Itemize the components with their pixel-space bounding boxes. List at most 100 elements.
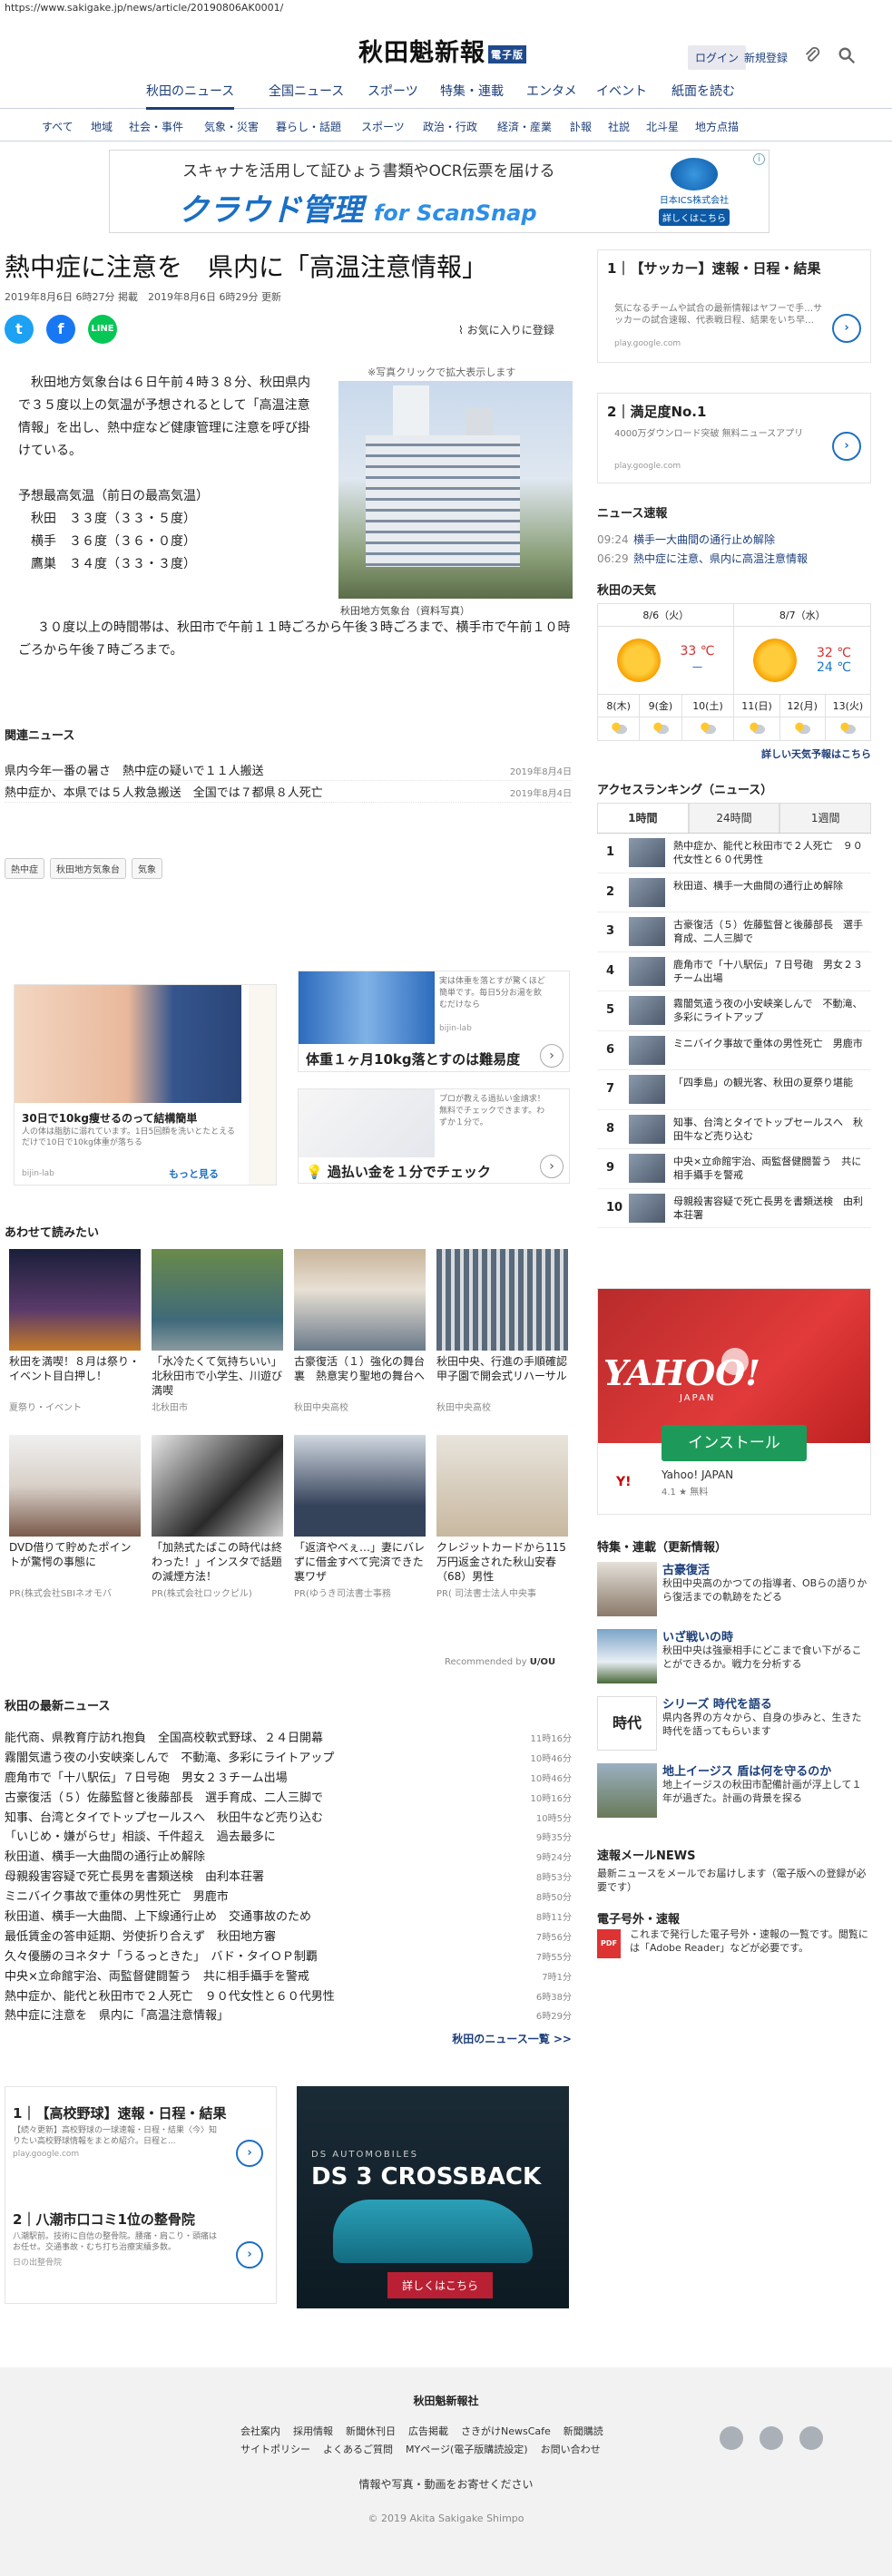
feature-item[interactable]: 地上イージス 盾は何を守るのか 地上イージスの秋田市配備計画が浮上して１年が過ぎた… bbox=[597, 1761, 871, 1823]
chevron-right-icon[interactable]: › bbox=[832, 432, 861, 461]
list-item[interactable]: 秋田道、横手一大曲間、上下線通行止め 交通事故のため 8時11分 bbox=[5, 1907, 572, 1927]
search-icon[interactable] bbox=[837, 45, 857, 65]
twitter-icon[interactable] bbox=[720, 2426, 743, 2450]
banner-cta[interactable]: 詳しくはこちら bbox=[659, 209, 730, 226]
footer-link[interactable]: 新聞休刊日 bbox=[346, 2425, 396, 2437]
subnav-politics[interactable]: 政治・行政 bbox=[423, 119, 477, 134]
footer-link[interactable]: 採用情報 bbox=[293, 2425, 333, 2437]
list-item[interactable]: 霧闇気遣う夜の小安峡楽しんで 不動滝、多彩にライトアップ 10時46分 bbox=[5, 1748, 572, 1768]
tag[interactable]: 秋田地方気象台 bbox=[50, 858, 126, 879]
list-item[interactable]: 能代商、県教育庁訪れ抱負 全国高校軟式野球、２４日開幕 11時16分 bbox=[5, 1728, 572, 1748]
list-item[interactable]: 熱中症か、本県では５人救急搬送 全国では７都県８人死亡 2019年8月4日 bbox=[5, 783, 572, 803]
chevron-right-icon[interactable]: › bbox=[832, 314, 861, 343]
rec-card[interactable]: DVD借りて貯めたポイントが驚愕の事態に PR(株式会社SBIネオモバ bbox=[9, 1435, 141, 1599]
ranking-item[interactable]: 8 知事、台湾とタイでトップセールスへ 秋田牛など売り込む bbox=[597, 1110, 871, 1149]
text-ad[interactable]: 1｜【高校野球】速報・日程・結果 【続々更新】高校野球の一球速報・日程・結果〈今… bbox=[13, 2103, 267, 2167]
tag[interactable]: 気象 bbox=[132, 858, 162, 879]
list-item[interactable]: 古豪復活（５）佐藤監督と後藤部長 選手育成、二人三脚で 10時16分 bbox=[5, 1788, 572, 1808]
subnav-region[interactable]: 地域 bbox=[91, 119, 113, 134]
subnav-life[interactable]: 暮らし・話題 bbox=[276, 119, 341, 134]
native-ad-right-1[interactable]: 実は体重を落とすが驚くほど簡単です。毎日5分お湯を飲むだけなら bijin-la… bbox=[298, 971, 570, 1072]
more-link[interactable]: もっと見る bbox=[169, 1166, 219, 1181]
site-logo[interactable]: 秋田魁新報 電子版 bbox=[358, 33, 526, 68]
tab-1week[interactable]: 1週間 bbox=[779, 803, 872, 833]
list-item[interactable]: 09:24 横手一大曲間の通行止め解除 bbox=[597, 532, 871, 547]
ranking-item[interactable]: 4 鹿角市で「十八駅伝」７日号砲 男女２３チーム出場 bbox=[597, 952, 871, 991]
article-photo[interactable] bbox=[338, 381, 573, 599]
list-item[interactable]: 中央×立命館宇治、両監督健闘誓う 共に相手攝手を警戒 7時1分 bbox=[5, 1966, 572, 1986]
list-item[interactable]: 熱中症か、能代と秋田市で２人死亡 ９０代女性と６０代男性 6時38分 bbox=[5, 1986, 572, 2006]
subnav-editorial[interactable]: 社説 bbox=[608, 119, 630, 134]
text-ad[interactable]: 2｜八潮市口コミ1位の整骨院 八潮駅前。技術に自信の整骨院。腰痛・肩こり・頭痛は… bbox=[13, 2210, 267, 2269]
subnav-obituary[interactable]: 訃報 bbox=[570, 119, 592, 134]
install-button[interactable]: インストール bbox=[662, 1425, 807, 1461]
nav-events[interactable]: イベント bbox=[596, 82, 647, 100]
recommended-by[interactable]: Recommended by U/OU bbox=[445, 1657, 555, 1667]
rec-card[interactable]: 秋田を満喫！８月は祭り・イベント目白押し！ 夏祭り・イベント bbox=[9, 1249, 141, 1413]
list-item[interactable]: 母親殺害容疑で死亡長男を書類送検 由利本荘署 8時53分 bbox=[5, 1867, 572, 1887]
feature-item[interactable]: いざ戦いの時 秋田中央は強豪相手にどこまで食い下がることができるか。戦力を分析する bbox=[597, 1627, 871, 1689]
rec-card[interactable]: 「加熱式たばこの時代は終わった！」インスタで話題の減煙方法！ PR(株式会社ロック… bbox=[152, 1435, 283, 1599]
nav-sports[interactable]: スポーツ bbox=[368, 82, 418, 100]
ranking-item[interactable]: 7 「四季島」の観光客、秋田の夏祭り堪能 bbox=[597, 1070, 871, 1110]
twitter-icon[interactable]: t bbox=[5, 315, 34, 344]
tab-24hours[interactable]: 24時間 bbox=[688, 803, 780, 833]
ranking-item[interactable]: 6 ミニバイク事故で重体の男性死亡 男鹿市 bbox=[597, 1031, 871, 1070]
car-ad[interactable]: DS AUTOMOBILES DS 3 CROSSBACK 詳しくはこちら bbox=[297, 2086, 569, 2308]
signup-link[interactable]: 新規登録 bbox=[744, 50, 788, 65]
subnav-hokutosei[interactable]: 北斗星 bbox=[646, 119, 679, 134]
sidebar-ad-1[interactable]: 1｜【サッカー】速報・日程・結果 気になるチームや試合の最新情報はヤフーで手…サ… bbox=[597, 249, 871, 363]
subnav-weather[interactable]: 気象・災害 bbox=[204, 119, 259, 134]
list-item[interactable]: 熱中症に注意を 県内に「高温注意情報」 6時29分 bbox=[5, 2005, 572, 2025]
feature-item[interactable]: 古豪復活 秋田中央高のかつての指導者、OBらの語りから復活までの軌跡をたどる bbox=[597, 1560, 871, 1622]
nav-features[interactable]: 特集・連載 bbox=[440, 82, 504, 100]
list-item[interactable]: 県内今年一番の暑さ 熱中症の疑いで１１人搬送 2019年8月4日 bbox=[5, 761, 572, 781]
subnav-society[interactable]: 社会・事件 bbox=[129, 119, 183, 134]
nav-national-news[interactable]: 全国ニュース bbox=[269, 82, 344, 100]
footer-link[interactable]: サイトポリシー bbox=[240, 2444, 310, 2455]
tag[interactable]: 熱中症 bbox=[5, 858, 44, 879]
subnav-economy[interactable]: 経済・産業 bbox=[497, 119, 552, 134]
ranking-item[interactable]: 3 古豪復活（５）佐藤監督と後藤部長 選手育成、二人三脚で bbox=[597, 912, 871, 952]
nav-akita-news[interactable]: 秋田のニュース bbox=[146, 82, 235, 110]
list-item[interactable]: 久々優勝のヨネタナ「うるっときた」 バド・タイＯＰ制覇 7時55分 bbox=[5, 1947, 572, 1966]
native-ad-right-2[interactable]: プロが教える過払い金請求！無料でチェックできます。わずか１分で。 💡 過払い金を… bbox=[298, 1088, 570, 1184]
more-news-link[interactable]: 秋田のニュース一覧 >> bbox=[5, 2031, 572, 2046]
ad-cta-button[interactable]: 詳しくはこちら bbox=[387, 2272, 494, 2298]
chevron-right-icon[interactable]: › bbox=[236, 2140, 263, 2167]
rec-card[interactable]: 秋田中央、行進の手順確認 甲子園で開会式リハーサル 秋田中央高校 bbox=[436, 1249, 568, 1413]
clip-icon[interactable] bbox=[802, 45, 822, 65]
ranking-item[interactable]: 1 熱中症か、能代と秋田市で２人死亡 ９０代女性と６０代男性 bbox=[597, 834, 871, 873]
list-item[interactable]: 鹿角市で「十八駅伝」７日号砲 男女２３チーム出場 10時46分 bbox=[5, 1768, 572, 1788]
subnav-sports[interactable]: スポーツ bbox=[361, 119, 405, 134]
footer-link[interactable]: お問い合わせ bbox=[541, 2444, 601, 2455]
list-item[interactable]: ミニバイク事故で重体の男性死亡 男鹿市 8時50分 bbox=[5, 1887, 572, 1907]
rec-card[interactable]: クレジットカードから115万円返金された秋山安春（68）男性 PR( 司法書士法人… bbox=[436, 1435, 568, 1599]
facebook-icon[interactable] bbox=[760, 2426, 783, 2450]
feature-item[interactable]: 時代 シリーズ 時代を語る 県内各界の方々から、自身の歩みと、生きた時代を語ってもら… bbox=[597, 1694, 871, 1756]
ranking-item[interactable]: 5 霧闇気遣う夜の小安峡楽しんで 不動滝、多彩にライトアップ bbox=[597, 991, 871, 1031]
rec-card[interactable]: 古豪復活（１）強化の舞台裏 熱意実り聖地の舞台へ 秋田中央高校 bbox=[294, 1249, 426, 1413]
tab-1hour[interactable]: 1時間 bbox=[597, 803, 689, 833]
tip-link[interactable]: 情報や写真・動画をお寄せください bbox=[0, 2476, 892, 2492]
list-item[interactable]: 「いじめ・嫌がらせ」相談、千件超え 過去最多に 9時35分 bbox=[5, 1827, 572, 1847]
footer-link[interactable]: 会社案内 bbox=[240, 2425, 280, 2437]
rec-card[interactable]: 「返済やべぇ…」妻にバレずに借金すべて完済できた裏ワザ PR(ゆうき司法書士事務 bbox=[294, 1435, 426, 1599]
ranking-item[interactable]: 10 母親殺害容疑で死亡長男を書類送検 由利本荘署 bbox=[597, 1189, 871, 1228]
chevron-right-icon[interactable]: › bbox=[540, 1044, 564, 1068]
adchoices-icon[interactable]: i bbox=[753, 153, 765, 165]
banner-ad[interactable]: スキャナを活用して証ひょう書類やOCR伝票を届ける クラウド管理 for Sca… bbox=[109, 150, 769, 233]
rss-icon[interactable] bbox=[799, 2426, 823, 2450]
list-item[interactable]: 知事、台湾とタイでトップセールスへ 秋田牛など売り込む 10時5分 bbox=[5, 1808, 572, 1828]
ranking-item[interactable]: 2 秋田道、横手一大曲間の通行止め解除 bbox=[597, 873, 871, 912]
weather-detail-link[interactable]: 詳しい天気予報はこちら bbox=[597, 746, 871, 761]
list-item[interactable]: 最低賃金の答申延期、労使折り合えず 秋田地方審 7時56分 bbox=[5, 1927, 572, 1947]
list-item[interactable]: 06:29 熱中症に注意、県内に高温注意情報 bbox=[597, 551, 871, 566]
bottom-text-ads[interactable]: 1｜【高校野球】速報・日程・結果 【続々更新】高校野球の一球速報・日程・結果〈今… bbox=[5, 2086, 277, 2304]
subnav-local[interactable]: 地方点描 bbox=[695, 119, 739, 134]
nav-entertainment[interactable]: エンタメ bbox=[526, 82, 577, 100]
sidebar-ad-2[interactable]: 2｜満足度No.1 4000万ダウンロード突破 無料ニュースアプリ play.g… bbox=[597, 393, 871, 483]
footer-link[interactable]: さきがけNewsCafe bbox=[461, 2425, 551, 2437]
facebook-icon[interactable]: f bbox=[46, 315, 75, 344]
subnav-all[interactable]: すべて bbox=[42, 119, 74, 134]
